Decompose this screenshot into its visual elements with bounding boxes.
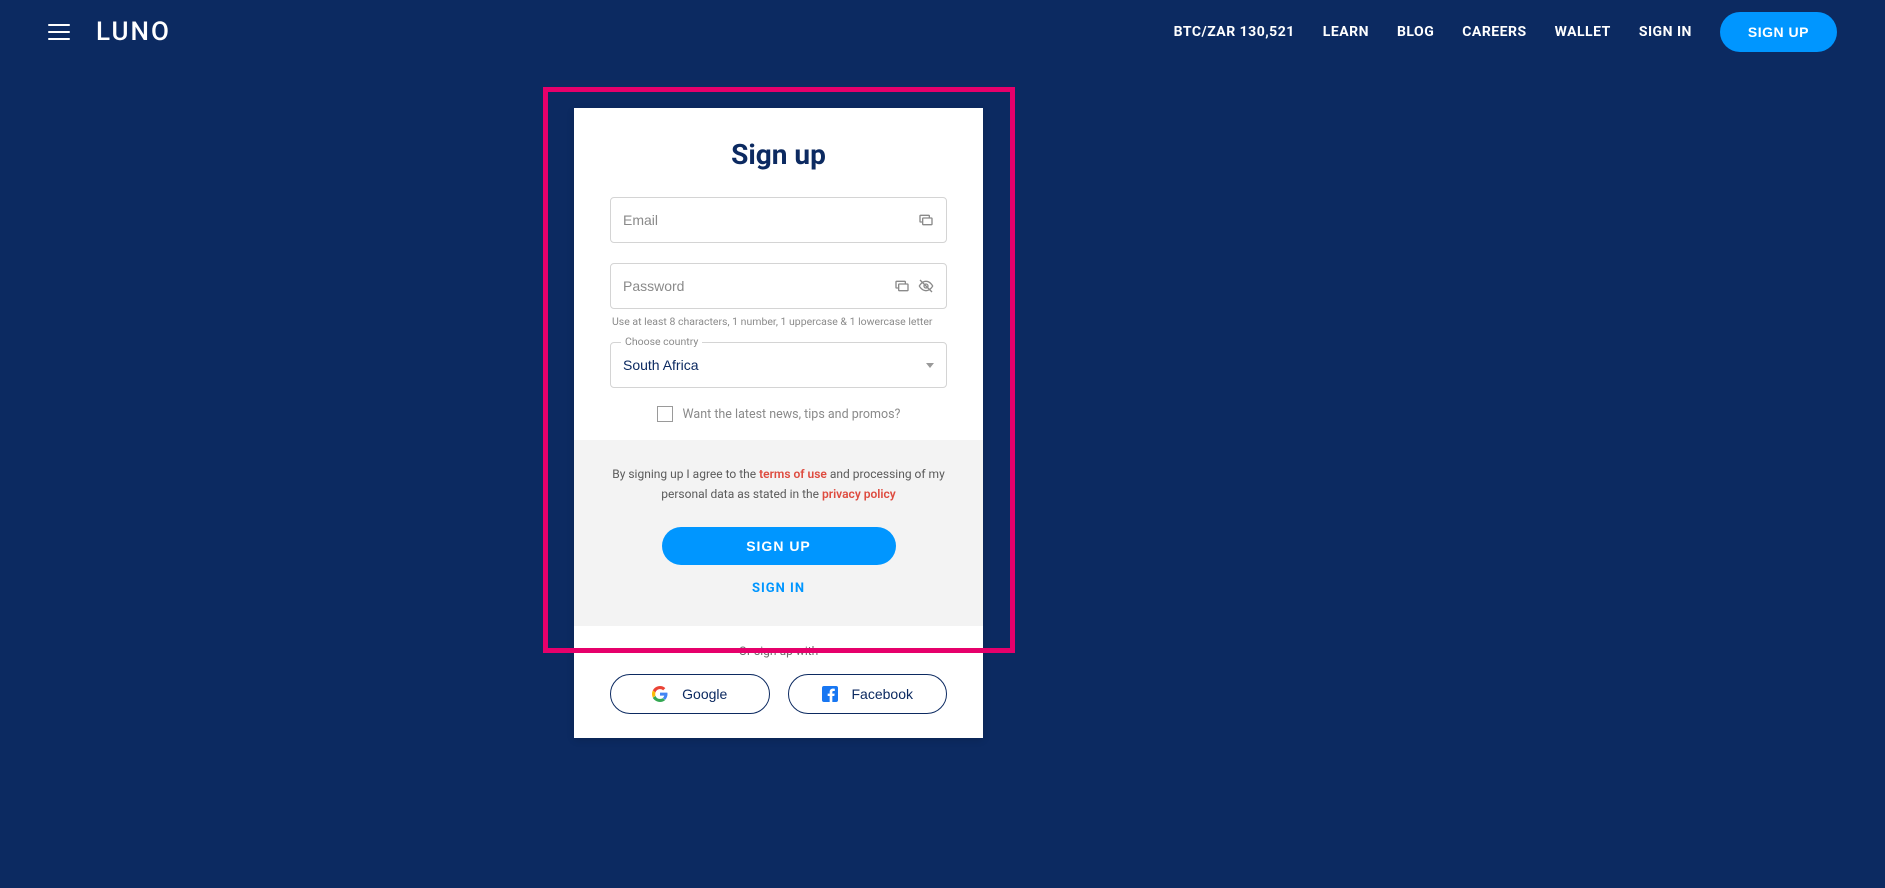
country-label: Choose country <box>621 335 702 348</box>
country-select[interactable]: South Africa <box>623 357 918 373</box>
signup-card: Sign up Use at least 8 characters, 1 num… <box>574 108 983 738</box>
terms-link[interactable]: terms of use <box>759 467 827 481</box>
social-label: Or sign up with <box>610 644 947 658</box>
promo-label: Want the latest news, tips and promos? <box>683 407 901 422</box>
promo-row: Want the latest news, tips and promos? <box>610 406 947 422</box>
privacy-link[interactable]: privacy policy <box>822 487 896 501</box>
eye-off-icon[interactable] <box>918 278 934 294</box>
nav-signup-button[interactable]: SIGN UP <box>1720 12 1837 52</box>
form-title: Sign up <box>610 138 947 171</box>
nav-careers[interactable]: CAREERS <box>1462 24 1526 40</box>
menu-icon[interactable] <box>48 20 72 44</box>
signup-form-top: Sign up Use at least 8 characters, 1 num… <box>574 108 983 440</box>
logo[interactable]: LUNO <box>96 17 171 47</box>
google-button[interactable]: Google <box>610 674 770 714</box>
password-field-wrap <box>610 263 947 309</box>
facebook-icon <box>822 686 838 702</box>
signin-link[interactable]: SIGN IN <box>610 581 947 596</box>
autofill-icon <box>918 212 934 228</box>
country-field-wrap: Choose country South Africa <box>610 342 947 388</box>
chevron-down-icon <box>926 363 934 368</box>
signup-form-bottom: By signing up I agree to the terms of us… <box>574 440 983 626</box>
nav-price[interactable]: BTC/ZAR 130,521 <box>1174 24 1295 40</box>
nav-wallet[interactable]: WALLET <box>1555 24 1611 40</box>
social-section: Or sign up with Google Facebook <box>574 626 983 738</box>
facebook-button[interactable]: Facebook <box>788 674 948 714</box>
header: LUNO BTC/ZAR 130,521 LEARN BLOG CAREERS … <box>0 0 1885 64</box>
legal-prefix: By signing up I agree to the <box>612 467 759 481</box>
nav-signin[interactable]: SIGN IN <box>1639 24 1692 40</box>
google-icon <box>652 686 668 702</box>
nav-blog[interactable]: BLOG <box>1397 24 1434 40</box>
google-button-label: Google <box>682 686 727 702</box>
email-field[interactable] <box>623 212 918 228</box>
password-field[interactable] <box>623 278 894 294</box>
nav: BTC/ZAR 130,521 LEARN BLOG CAREERS WALLE… <box>1174 12 1837 52</box>
autofill-icon <box>894 278 910 294</box>
facebook-button-label: Facebook <box>852 686 913 702</box>
password-hint: Use at least 8 characters, 1 number, 1 u… <box>612 315 947 328</box>
social-row: Google Facebook <box>610 674 947 714</box>
nav-learn[interactable]: LEARN <box>1323 24 1369 40</box>
signup-button[interactable]: SIGN UP <box>662 527 896 565</box>
email-field-wrap <box>610 197 947 243</box>
legal-text: By signing up I agree to the terms of us… <box>610 464 947 505</box>
promo-checkbox[interactable] <box>657 406 673 422</box>
